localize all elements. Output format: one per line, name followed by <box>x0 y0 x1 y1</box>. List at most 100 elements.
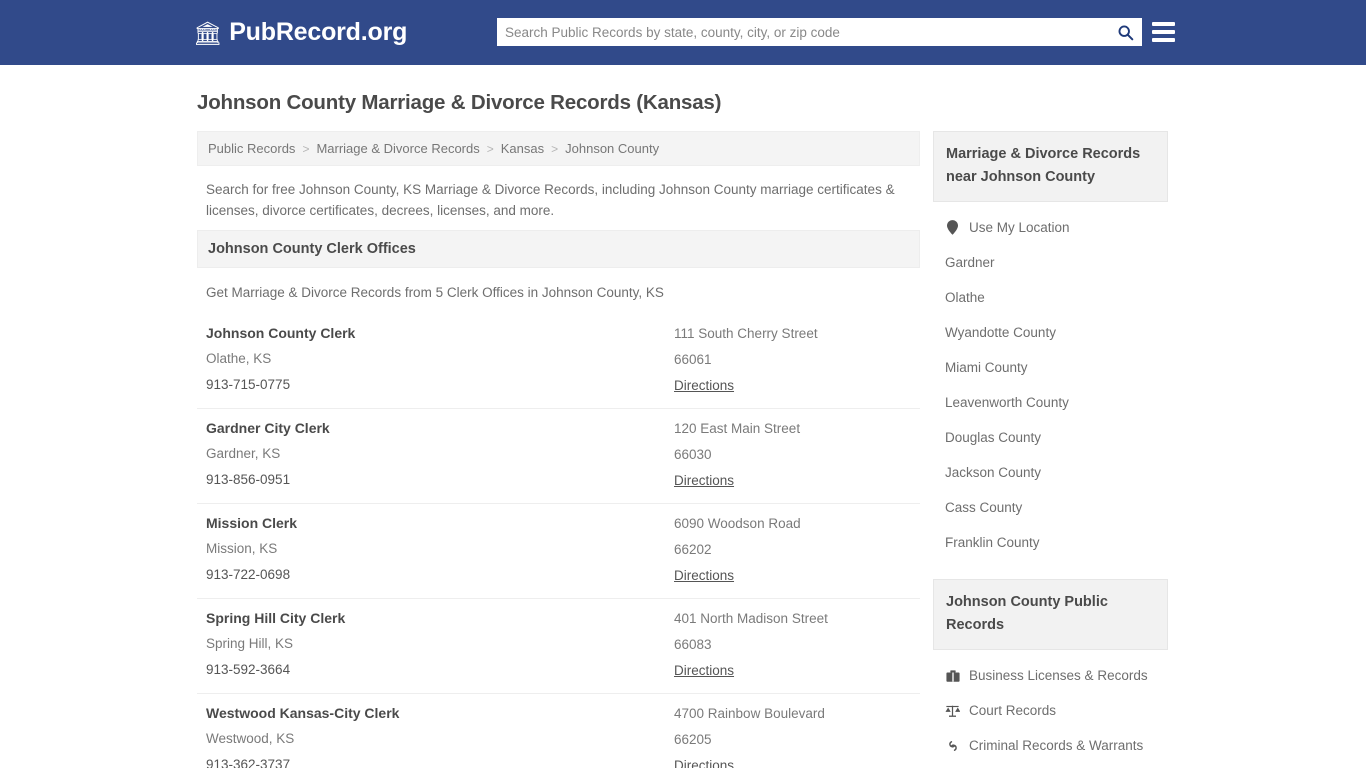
clerk-office-row: Westwood Kansas-City Clerk Westwood, KS 91… <box>197 693 920 768</box>
page-intro-text: Search for free Johnson County, KS Marri… <box>206 182 895 218</box>
bank-building-icon: 🏛 <box>193 19 223 46</box>
clerk-office-row: Mission Clerk Mission, KS 913-722-0698 6090… <box>197 503 920 598</box>
sidebar-item-label: Douglas County <box>945 430 1042 445</box>
office-zip: 66030 <box>674 447 712 462</box>
sidebar-item-label: Business Licenses & Records <box>969 668 1148 683</box>
hamburger-menu-icon[interactable] <box>1152 19 1175 45</box>
office-name[interactable]: Mission Clerk <box>206 515 674 532</box>
site-logo-text: PubRecord.org <box>229 18 408 46</box>
office-zip: 66061 <box>674 352 712 367</box>
sidebar-item-label: Wyandotte County <box>945 325 1056 340</box>
breadcrumb-item[interactable]: Marriage & Divorce Records <box>316 141 479 156</box>
breadcrumb-item[interactable]: Kansas <box>501 141 544 156</box>
sidebar-item[interactable]: Cass County <box>933 490 1168 525</box>
office-city-state: Mission, KS <box>206 541 278 556</box>
page-title: Johnson County Marriage & Divorce Record… <box>197 91 722 114</box>
sidebar-item[interactable]: Olathe <box>933 280 1168 315</box>
section-subheading: Get Marriage & Divorce Records from 5 Cl… <box>206 285 664 300</box>
office-name[interactable]: Spring Hill City Clerk <box>206 610 674 627</box>
directions-link[interactable]: Directions <box>674 568 734 583</box>
office-info: Johnson County Clerk Olathe, KS 913-715-07… <box>206 325 674 395</box>
office-name[interactable]: Westwood Kansas-City Clerk <box>206 705 674 722</box>
office-info: Spring Hill City Clerk Spring Hill, KS 913… <box>206 610 674 680</box>
sidebar-item[interactable]: Criminal Records & Warrants <box>933 728 1168 763</box>
sidebar-nearby-heading: Marriage & Divorce Records near Johnson … <box>933 131 1168 202</box>
search-input[interactable] <box>497 19 1108 45</box>
breadcrumb-separator: > <box>551 141 559 156</box>
office-zip: 66083 <box>674 637 712 652</box>
clerk-office-row: Gardner City Clerk Gardner, KS 913-856-095… <box>197 408 920 503</box>
sidebar-item[interactable]: Leavenworth County <box>933 385 1168 420</box>
sidebar-public-records-block: Johnson County Public Records Business L… <box>933 579 1168 763</box>
office-city-state: Gardner, KS <box>206 446 281 461</box>
sidebar-item-label: Court Records <box>969 703 1057 718</box>
office-phone: 913-362-3737 <box>206 757 291 768</box>
directions-link[interactable]: Directions <box>674 473 734 488</box>
office-phone: 913-715-0775 <box>206 377 291 392</box>
office-street: 120 East Main Street <box>674 421 801 436</box>
sidebar-item[interactable]: Wyandotte County <box>933 315 1168 350</box>
breadcrumb: Public Records > Marriage & Divorce Record… <box>197 131 920 166</box>
office-zip: 66205 <box>674 732 712 747</box>
sidebar-item-label: Cass County <box>945 500 1023 515</box>
office-phone: 913-592-3664 <box>206 662 291 677</box>
hamburger-bar <box>1152 38 1175 42</box>
office-address: 401 North Madison Street 66083 Directions <box>674 610 911 680</box>
hamburger-bar <box>1152 22 1175 26</box>
office-name[interactable]: Gardner City Clerk <box>206 420 674 437</box>
sidebar-item-label: Use My Location <box>969 220 1070 235</box>
breadcrumb-separator: > <box>486 141 494 156</box>
office-city-state: Olathe, KS <box>206 351 272 366</box>
sidebar-item[interactable]: Court Records <box>933 693 1168 728</box>
sidebar-item[interactable]: Use My Location <box>933 210 1168 245</box>
office-phone: 913-856-0951 <box>206 472 291 487</box>
office-info: Mission Clerk Mission, KS 913-722-0698 <box>206 515 674 585</box>
office-city-state: Spring Hill, KS <box>206 636 294 651</box>
search-bar <box>497 18 1142 46</box>
sidebar-item[interactable]: Jackson County <box>933 455 1168 490</box>
sidebar-item-label: Criminal Records & Warrants <box>969 738 1144 753</box>
clerk-offices-list: Johnson County Clerk Olathe, KS 913-715-07… <box>197 314 920 768</box>
office-street: 4700 Rainbow Boulevard <box>674 706 825 721</box>
directions-link[interactable]: Directions <box>674 378 734 393</box>
office-city-state: Westwood, KS <box>206 731 295 746</box>
breadcrumb-item[interactable]: Public Records <box>208 141 295 156</box>
scales-of-justice-icon <box>945 703 960 719</box>
sidebar-public-records-list: Business Licenses & Records Court Records… <box>933 650 1168 763</box>
clerk-office-row: Johnson County Clerk Olathe, KS 913-715-07… <box>197 314 920 408</box>
office-name[interactable]: Johnson County Clerk <box>206 325 674 342</box>
directions-link[interactable]: Directions <box>674 758 734 768</box>
search-button[interactable] <box>1108 18 1142 46</box>
hamburger-bar <box>1152 30 1175 34</box>
briefcase-icon <box>945 668 960 684</box>
page-body: Johnson County Marriage & Divorce Record… <box>0 91 1366 768</box>
office-info: Gardner City Clerk Gardner, KS 913-856-095… <box>206 420 674 490</box>
sidebar-item[interactable]: Franklin County <box>933 525 1168 560</box>
office-zip: 66202 <box>674 542 712 557</box>
sidebar-item-label: Franklin County <box>945 535 1040 550</box>
sidebar: Marriage & Divorce Records near Johnson … <box>933 131 1168 763</box>
sidebar-item-label: Jackson County <box>945 465 1042 480</box>
main-content: Public Records > Marriage & Divorce Record… <box>197 131 920 768</box>
office-address: 4700 Rainbow Boulevard 66205 Directions <box>674 705 911 768</box>
site-logo-link[interactable]: 🏛 PubRecord.org <box>193 18 407 47</box>
directions-link[interactable]: Directions <box>674 663 734 678</box>
handcuffs-icon <box>945 738 960 754</box>
map-pin-icon <box>945 220 960 236</box>
sidebar-item[interactable]: Miami County <box>933 350 1168 385</box>
search-icon <box>1118 25 1133 40</box>
sidebar-item[interactable]: Gardner <box>933 245 1168 280</box>
office-address: 6090 Woodson Road 66202 Directions <box>674 515 911 585</box>
breadcrumb-item[interactable]: Johnson County <box>565 141 659 156</box>
sidebar-public-records-heading: Johnson County Public Records <box>933 579 1168 650</box>
office-street: 111 South Cherry Street <box>674 326 818 341</box>
office-street: 6090 Woodson Road <box>674 516 801 531</box>
sidebar-item[interactable]: Douglas County <box>933 420 1168 455</box>
office-street: 401 North Madison Street <box>674 611 828 626</box>
sidebar-item[interactable]: Business Licenses & Records <box>933 658 1168 693</box>
content-columns: Public Records > Marriage & Divorce Record… <box>197 131 1366 768</box>
office-address: 120 East Main Street 66030 Directions <box>674 420 911 490</box>
office-phone: 913-722-0698 <box>206 567 291 582</box>
sidebar-item-label: Miami County <box>945 360 1028 375</box>
sidebar-nearby-list: Use My Location Gardner Olathe Wyandotte Co… <box>933 202 1168 560</box>
